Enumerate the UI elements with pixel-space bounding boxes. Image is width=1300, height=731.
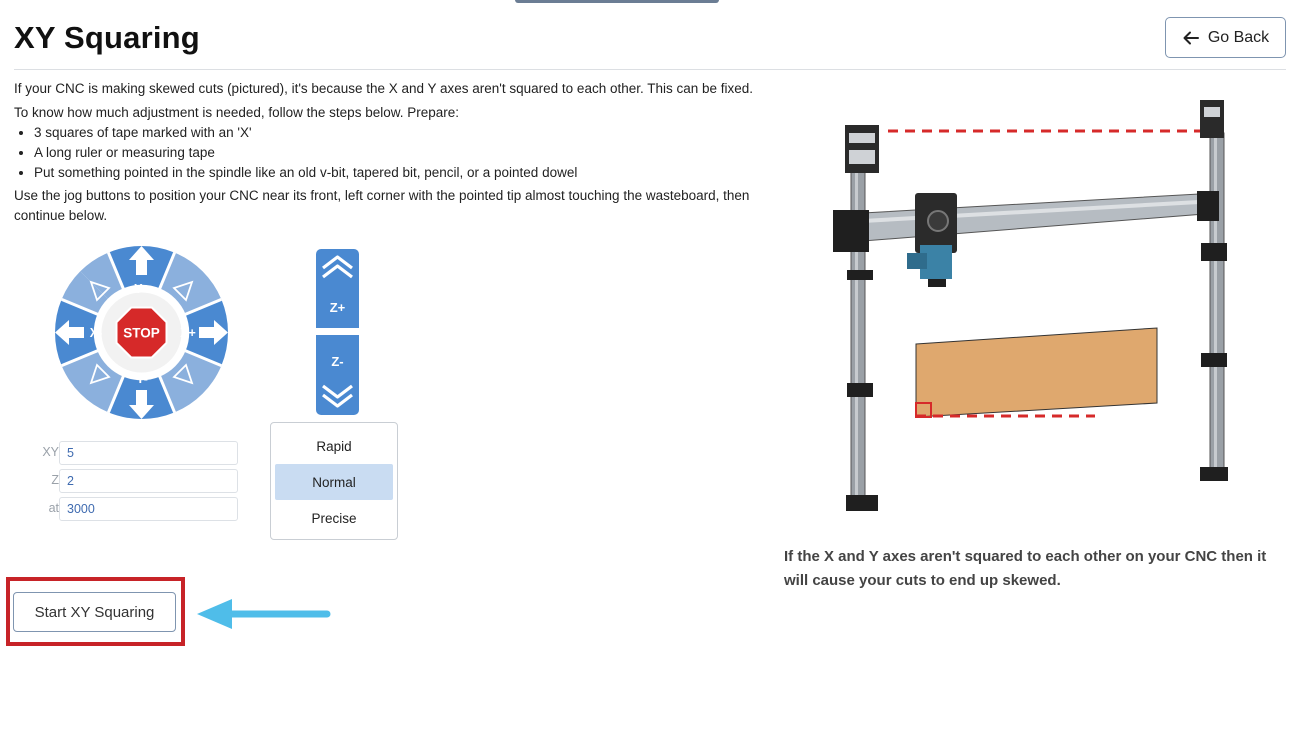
illustration-caption: If the X and Y axes aren't squared to ea… — [784, 548, 1267, 589]
z-step-row: Z — [30, 469, 240, 493]
z-step-label: Z — [51, 473, 59, 487]
chevron-double-down-icon — [322, 384, 353, 408]
top-tab-indicator — [515, 0, 719, 3]
prepare-item: 3 squares of tape marked with an 'X' — [34, 123, 774, 143]
z-step-input[interactable] — [59, 469, 238, 493]
arrow-left-icon — [1183, 31, 1199, 44]
start-xy-squaring-button[interactable]: Start XY Squaring — [13, 592, 176, 632]
chevron-double-up-icon — [322, 255, 353, 279]
spindle-router — [907, 193, 957, 287]
prepare-item: A long ruler or measuring tape — [34, 143, 774, 163]
left-y-rail — [845, 125, 879, 511]
stop-button[interactable]: STOP — [115, 306, 168, 359]
skewed-cnc-illustration — [833, 100, 1228, 511]
instructions: If your CNC is making skewed cuts (pictu… — [14, 79, 774, 230]
x-minus-label: X- — [90, 326, 103, 340]
z-plus-button[interactable]: Z+ — [316, 249, 359, 328]
xy-step-row: XY — [30, 441, 240, 465]
jog-pad: Y+ Y- X- X+ STOP — [51, 242, 232, 423]
intro-line-3: Use the jog buttons to position your CNC… — [14, 188, 750, 223]
z-minus-button[interactable]: Z- — [316, 335, 359, 415]
y-minus-label: Y- — [136, 372, 148, 386]
header-divider — [14, 69, 1286, 70]
speed-option-rapid[interactable]: Rapid — [275, 428, 393, 464]
prepare-item: Put something pointed in the spindle lik… — [34, 163, 774, 183]
x-plus-label: X+ — [180, 326, 196, 340]
speed-option-precise[interactable]: Precise — [275, 500, 393, 536]
xy-step-input[interactable] — [59, 441, 238, 465]
stop-label: STOP — [123, 326, 160, 341]
annotation-arrow-icon — [197, 599, 331, 629]
intro-line-1: If your CNC is making skewed cuts (pictu… — [14, 81, 754, 96]
feed-rate-row: at — [30, 497, 240, 521]
y-plus-label: Y+ — [134, 282, 150, 296]
feed-rate-input[interactable] — [59, 497, 238, 521]
jog-speed-selector: Rapid Normal Precise — [270, 422, 398, 540]
go-back-label: Go Back — [1207, 28, 1270, 46]
intro-line-2: To know how much adjustment is needed, f… — [14, 105, 459, 120]
page-title: XY Squaring — [14, 20, 200, 55]
x-gantry — [833, 191, 1219, 252]
go-back-button[interactable]: Go Back — [1165, 17, 1286, 58]
skewed-workpiece — [915, 327, 1158, 418]
z-plus-label: Z+ — [329, 300, 346, 315]
xy-step-label: XY — [42, 445, 59, 459]
right-y-rail — [1200, 100, 1228, 481]
feed-rate-label: at — [48, 501, 59, 515]
prepare-list: 3 squares of tape marked with an 'X' A l… — [14, 123, 774, 183]
speed-option-normal[interactable]: Normal — [275, 464, 393, 500]
jog-pad-graphic: Y+ Y- X- X+ STOP — [55, 246, 228, 419]
